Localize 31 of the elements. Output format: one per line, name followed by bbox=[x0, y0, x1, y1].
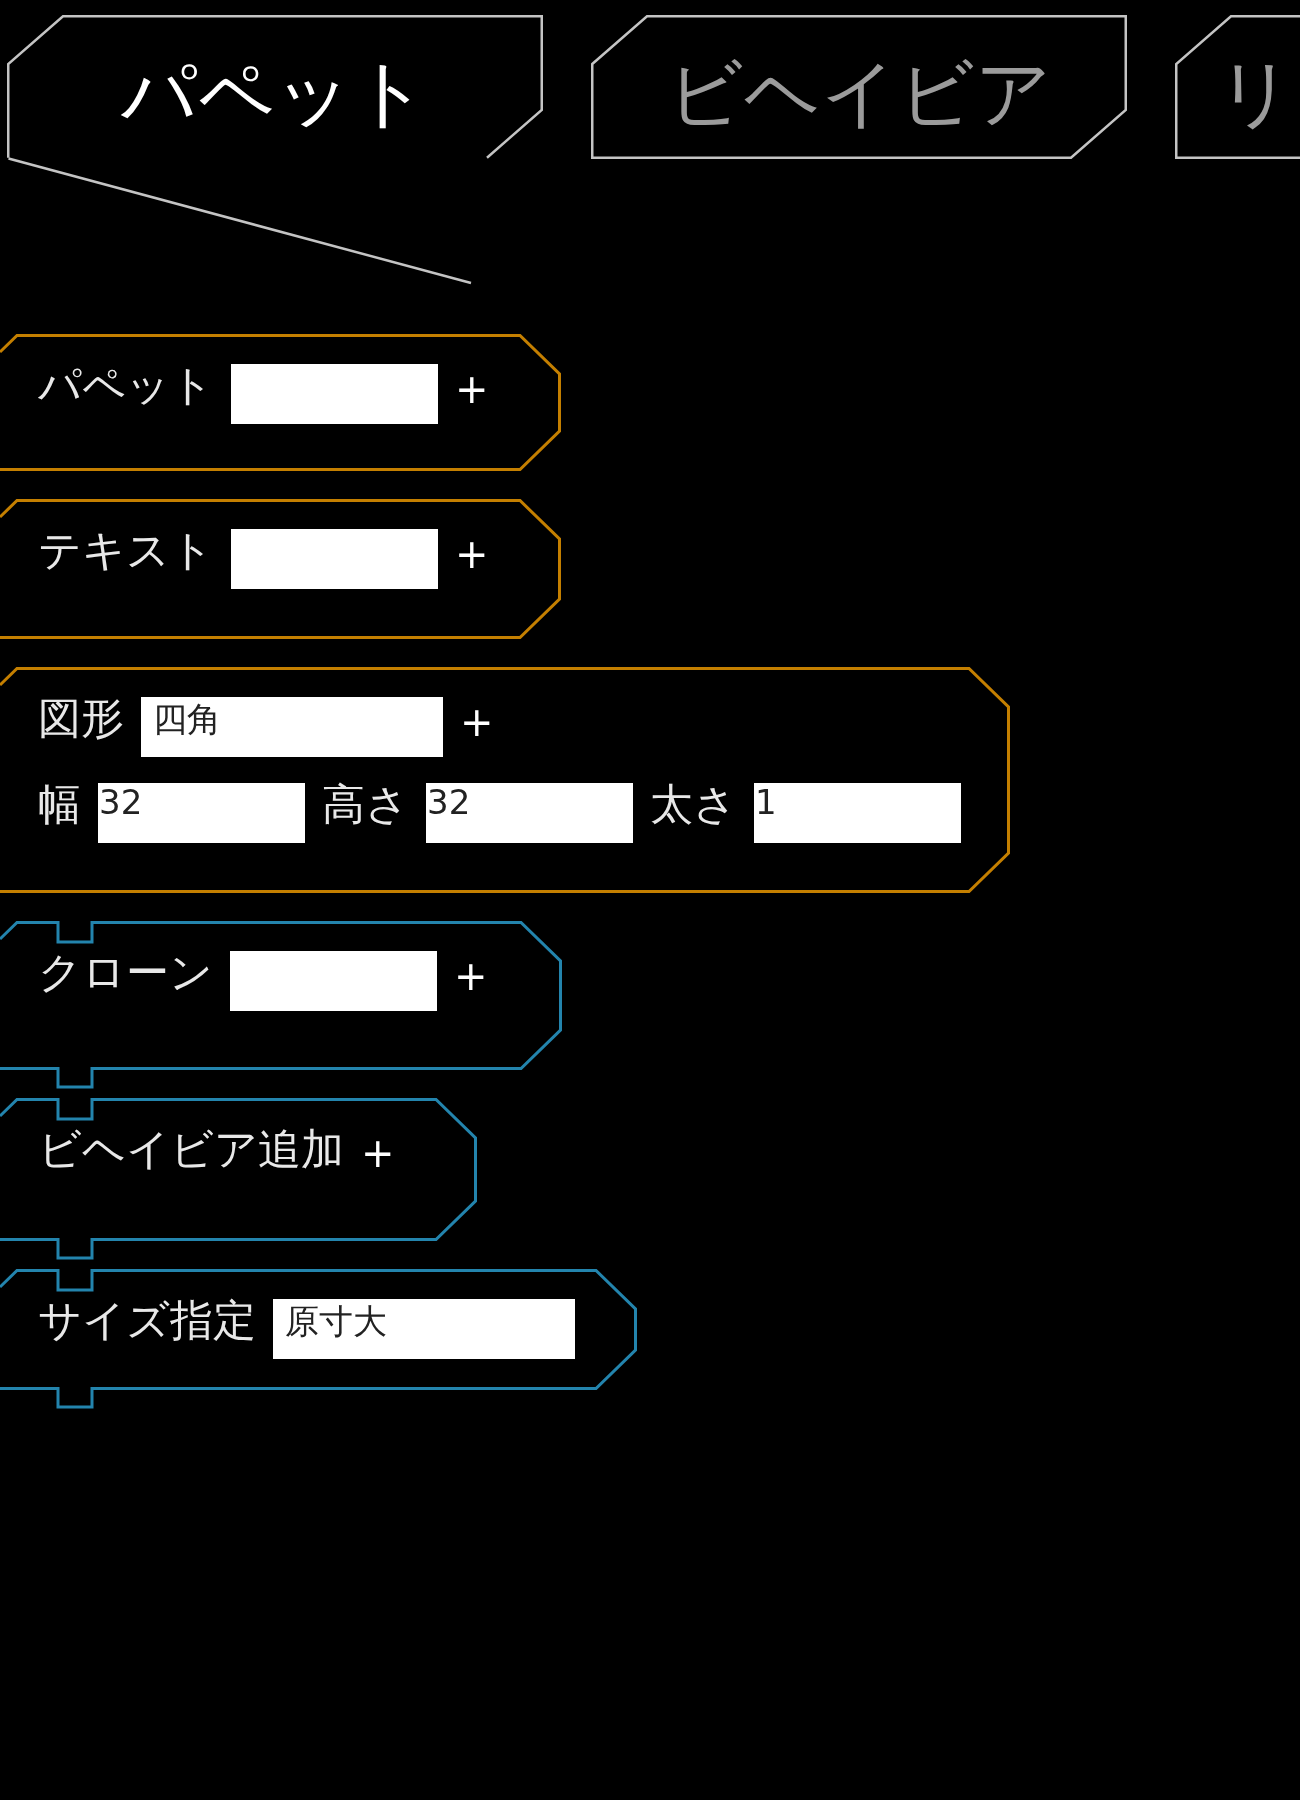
text-field[interactable] bbox=[231, 529, 438, 589]
block-label: テキスト bbox=[38, 526, 214, 574]
block-label: クローン bbox=[38, 948, 213, 996]
add-button[interactable]: + bbox=[460, 697, 494, 747]
select-field[interactable]: 四角 bbox=[141, 697, 443, 757]
add-button[interactable]: + bbox=[455, 364, 489, 414]
tab[interactable]: リ bbox=[1175, 15, 1300, 159]
code-block[interactable] bbox=[0, 1269, 637, 1409]
block-label: 図形 bbox=[38, 694, 124, 742]
add-button[interactable]: + bbox=[361, 1128, 395, 1178]
text-field[interactable]: 32 bbox=[426, 783, 633, 843]
block-label: パペット bbox=[38, 361, 214, 409]
text-field[interactable]: 32 bbox=[98, 783, 305, 843]
code-block[interactable] bbox=[0, 921, 562, 1089]
text-field[interactable] bbox=[230, 951, 437, 1011]
block-label: 高さ bbox=[322, 780, 409, 828]
add-button[interactable]: + bbox=[455, 529, 489, 579]
text-field[interactable] bbox=[231, 364, 438, 424]
block-label: ビヘイビア追加 bbox=[38, 1125, 344, 1173]
code-block[interactable] bbox=[0, 499, 561, 639]
code-block[interactable] bbox=[0, 1098, 477, 1260]
block-label: 太さ bbox=[650, 780, 737, 828]
text-field[interactable]: 1 bbox=[754, 783, 961, 843]
block-label: 幅 bbox=[38, 780, 81, 828]
tab[interactable]: ビヘイビア bbox=[591, 15, 1127, 159]
block-label: サイズ指定 bbox=[38, 1296, 256, 1344]
add-button[interactable]: + bbox=[454, 951, 488, 1001]
code-block[interactable] bbox=[0, 334, 561, 471]
tab[interactable]: パペット bbox=[7, 15, 543, 159]
code-block[interactable] bbox=[0, 667, 1010, 893]
select-field[interactable]: 原寸大 bbox=[273, 1299, 575, 1359]
